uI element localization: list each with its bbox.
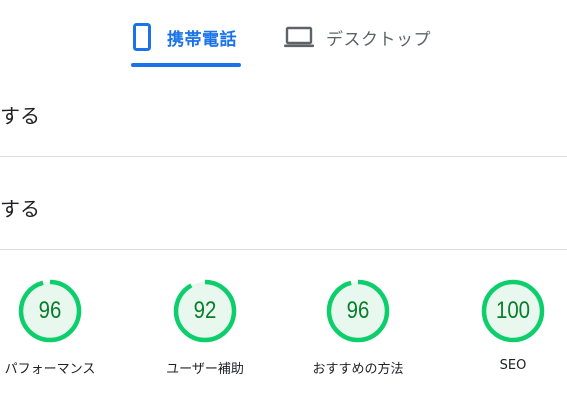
gauge-performance[interactable]: 96 パフォーマンス (0, 278, 115, 377)
list-item[interactable]: する (0, 64, 567, 157)
gauge-ring: 92 (172, 278, 238, 344)
gauge-best-practices[interactable]: 96 おすすめの方法 (293, 278, 423, 377)
score-value: 96 (346, 297, 370, 324)
category-scores: 96 パフォーマンス 92 ユーザー補助 96 おすすめの方法 100 SEO (0, 278, 567, 388)
score-value: 92 (193, 297, 217, 324)
gauge-label: パフォーマンス (4, 362, 96, 377)
tab-mobile[interactable]: 携帯電話 (133, 20, 237, 54)
tab-mobile-label: 携帯電話 (167, 29, 237, 50)
tab-desktop-label: デスクトップ (326, 29, 431, 50)
smartphone-icon (133, 23, 151, 51)
gauge-ring: 96 (17, 278, 83, 344)
list-item-text: する (0, 104, 40, 128)
gauge-label: おすすめの方法 (312, 362, 404, 377)
score-value: 96 (38, 297, 62, 324)
gauge-ring: 100 (480, 278, 546, 344)
laptop-icon (284, 26, 314, 48)
gauge-label: ユーザー補助 (166, 362, 244, 377)
tab-desktop[interactable]: デスクトップ (284, 20, 431, 54)
gauge-ring: 96 (325, 278, 391, 344)
device-tabs: 携帯電話 デスクトップ (0, 0, 567, 68)
list-item[interactable]: する (0, 157, 567, 250)
gauge-accessibility[interactable]: 92 ユーザー補助 (140, 278, 270, 377)
gauge-label: SEO (499, 358, 527, 373)
list-item-text: する (0, 197, 40, 221)
score-value: 100 (495, 297, 531, 324)
gauge-seo[interactable]: 100 SEO (448, 278, 567, 373)
